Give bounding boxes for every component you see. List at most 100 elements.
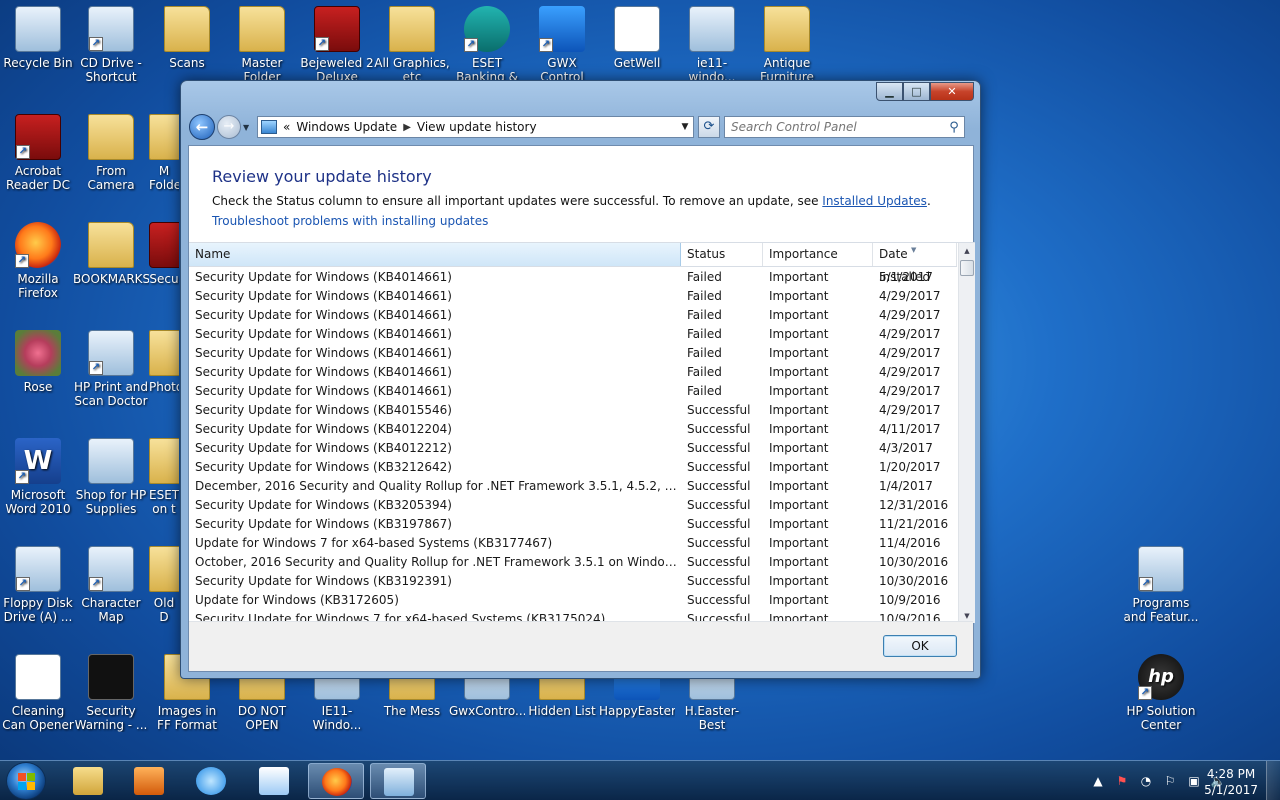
desktop-icon-getwell[interactable]: GetWell [599, 6, 675, 70]
breadcrumb-overflow[interactable]: « [283, 120, 290, 134]
eset-tray-icon[interactable]: ⚑ [1110, 774, 1134, 788]
column-header-date-installed[interactable]: ▼ Date Installed [873, 243, 957, 284]
desktop-icon-scans[interactable]: Scans [149, 6, 225, 70]
search-icon[interactable]: ⚲ [944, 120, 964, 135]
desktop-icon-recycle-bin[interactable]: Recycle Bin [0, 6, 76, 70]
taskbar-internet-explorer[interactable] [183, 763, 239, 799]
table-row[interactable]: Security Update for Windows (KB4014661) F… [189, 344, 957, 363]
refresh-button[interactable]: ⟳ [698, 116, 720, 138]
recent-pages-dropdown[interactable]: ▼ [243, 123, 253, 132]
desktop-icon-gwx-control-panel[interactable]: ↗GWX Control Panel [524, 6, 600, 86]
table-row[interactable]: Security Update for Windows (KB3197867) S… [189, 515, 957, 534]
desktop-icon-security[interactable]: Secu [149, 222, 179, 286]
shortcut-arrow-icon: ↗ [315, 37, 329, 51]
table-row[interactable]: Security Update for Windows (KB4014661) F… [189, 363, 957, 382]
desktop-icon-firefox[interactable]: ↗ Mozilla Firefox [0, 222, 76, 300]
table-row[interactable]: December, 2016 Security and Quality Roll… [189, 477, 957, 496]
table-row[interactable]: Security Update for Windows (KB4014661) F… [189, 287, 957, 306]
column-header-name[interactable]: Name [189, 243, 681, 266]
taskbar-control-panel[interactable] [370, 763, 426, 799]
desktop-icon-hp-solution-center[interactable]: hp ↗ HP Solution Center [1123, 654, 1199, 732]
update-name: Security Update for Windows (KB4014661) [195, 384, 452, 398]
internet-explorer-icon [196, 767, 226, 795]
column-header-status[interactable]: Status [681, 243, 763, 266]
update-status: Failed [687, 308, 722, 322]
desktop-icon-cleaning-can-opener[interactable]: Cleaning Can Opener [0, 654, 76, 732]
desktop-icon-bookmarks[interactable]: BOOKMARKS [73, 222, 149, 286]
forward-button[interactable]: → [217, 115, 241, 139]
breadcrumb-separator-icon[interactable]: ▶ [403, 122, 411, 133]
update-date: 4/29/2017 [879, 327, 941, 341]
show-hidden-icons-icon[interactable]: ▲ [1086, 774, 1110, 788]
back-button[interactable]: ← [189, 114, 215, 140]
desktop-icon-photo[interactable]: Photo [149, 330, 179, 394]
network-tray-icon[interactable]: ◔ [1134, 774, 1158, 788]
vertical-scrollbar[interactable]: ▲ ▼ [958, 243, 975, 623]
desktop-icon-eset-banking[interactable]: ↗ESET Banking & Payment [449, 6, 525, 86]
start-button[interactable] [6, 762, 46, 800]
action-center-icon[interactable]: ⚐ [1158, 774, 1182, 788]
show-desktop-button[interactable] [1266, 761, 1280, 800]
taskbar-explorer[interactable] [60, 763, 116, 799]
column-header-importance[interactable]: Importance [763, 243, 873, 266]
dvd-drive-icon: ↗ [88, 6, 134, 52]
table-row[interactable]: October, 2016 Security and Quality Rollu… [189, 553, 957, 572]
desktop-icon-word[interactable]: W ↗ Microsoft Word 2010 [0, 438, 76, 516]
desktop-icon-all-graphics[interactable]: All Graphics, etc [374, 6, 450, 84]
taskbar-gwx[interactable] [246, 763, 302, 799]
minimize-button[interactable]: ▁ [876, 82, 903, 101]
desktop-icon-character-map[interactable]: ↗ Character Map [73, 546, 149, 624]
clock[interactable]: 4:28 PM 5/1/2017 [1204, 766, 1258, 798]
desktop-icon-antique-furniture[interactable]: Antique Furniture [749, 6, 825, 84]
desktop-icon-rose[interactable]: Rose [0, 330, 76, 394]
update-importance: Important [769, 422, 829, 436]
update-name: Security Update for Windows (KB4014661) [195, 365, 452, 379]
ok-button[interactable]: OK [883, 635, 957, 657]
breadcrumb-windows-update[interactable]: Windows Update [296, 120, 397, 134]
table-row[interactable]: Update for Windows (KB3172605) Successful… [189, 591, 957, 610]
breadcrumb-view-update-history[interactable]: View update history [417, 120, 537, 134]
maximize-button[interactable]: □ [903, 82, 930, 101]
taskbar-firefox[interactable] [308, 763, 364, 799]
display-tray-icon[interactable]: ▣ [1182, 774, 1206, 788]
search-box[interactable]: ⚲ [724, 116, 965, 138]
search-input[interactable] [731, 120, 944, 134]
table-row[interactable]: Security Update for Windows (KB4012204) S… [189, 420, 957, 439]
table-row[interactable]: Security Update for Windows (KB3192391) S… [189, 572, 957, 591]
desktop-icon-cd-drive[interactable]: ↗ CD Drive - Shortcut [73, 6, 149, 84]
desktop-icon-eset[interactable]: ESET on t [149, 438, 179, 516]
desktop-icon-floppy[interactable]: ↗ Floppy Disk Drive (A) ... [0, 546, 76, 624]
table-row[interactable]: Security Update for Windows (KB3205394) S… [189, 496, 957, 515]
scroll-thumb[interactable] [960, 260, 974, 276]
desktop-icon-ie11-windows[interactable]: ie11-windo... [674, 6, 750, 84]
desktop-icon-master-folder[interactable]: Master Folder [224, 6, 300, 84]
update-name: Security Update for Windows (KB4014661) [195, 308, 452, 322]
desktop-icon-old[interactable]: Old D [149, 546, 179, 624]
taskbar-media-player[interactable] [121, 763, 177, 799]
table-row[interactable]: Security Update for Windows (KB4014661) F… [189, 306, 957, 325]
desktop-icon-acrobat[interactable]: ↗ Acrobat Reader DC [0, 114, 76, 192]
close-button[interactable]: ✕ [930, 82, 974, 101]
desktop-icon-bejeweled[interactable]: ↗ Bejeweled 2 Deluxe [299, 6, 375, 84]
table-row[interactable]: Security Update for Windows (KB4014661) F… [189, 268, 957, 287]
table-row[interactable]: Security Update for Windows (KB4015546) S… [189, 401, 957, 420]
update-date: 4/29/2017 [879, 308, 941, 322]
address-bar[interactable]: « Windows Update ▶ View update history ▼ [257, 116, 694, 138]
table-row[interactable]: Security Update for Windows (KB4012212) S… [189, 439, 957, 458]
table-row[interactable]: Security Update for Windows (KB4014661) F… [189, 382, 957, 401]
desktop-icon-security-warning[interactable]: Security Warning - ... [73, 654, 149, 732]
table-row[interactable]: Update for Windows 7 for x64-based Syste… [189, 534, 957, 553]
troubleshoot-link[interactable]: Troubleshoot problems with installing up… [212, 214, 488, 228]
address-dropdown-icon[interactable]: ▼ [677, 122, 693, 132]
desktop-icon-m-folder[interactable]: M Folde [149, 114, 179, 192]
table-row[interactable]: Security Update for Windows (KB3212642) S… [189, 458, 957, 477]
shortcut-arrow-icon: ↗ [16, 145, 30, 159]
installed-updates-link[interactable]: Installed Updates [822, 194, 927, 208]
desktop-icon-hp-print-scan-doctor[interactable]: ↗ HP Print and Scan Doctor [73, 330, 149, 408]
desktop-icon-hp-supplies[interactable]: Shop for HP Supplies [73, 438, 149, 516]
table-row[interactable]: Security Update for Windows (KB4014661) F… [189, 325, 957, 344]
desktop-icon-programs-features[interactable]: ↗ Programs and Featur... [1123, 546, 1199, 624]
update-date: 10/30/2016 [879, 555, 949, 569]
desktop-icon-from-camera[interactable]: From Camera [73, 114, 149, 192]
scroll-up-icon[interactable]: ▲ [959, 243, 975, 259]
